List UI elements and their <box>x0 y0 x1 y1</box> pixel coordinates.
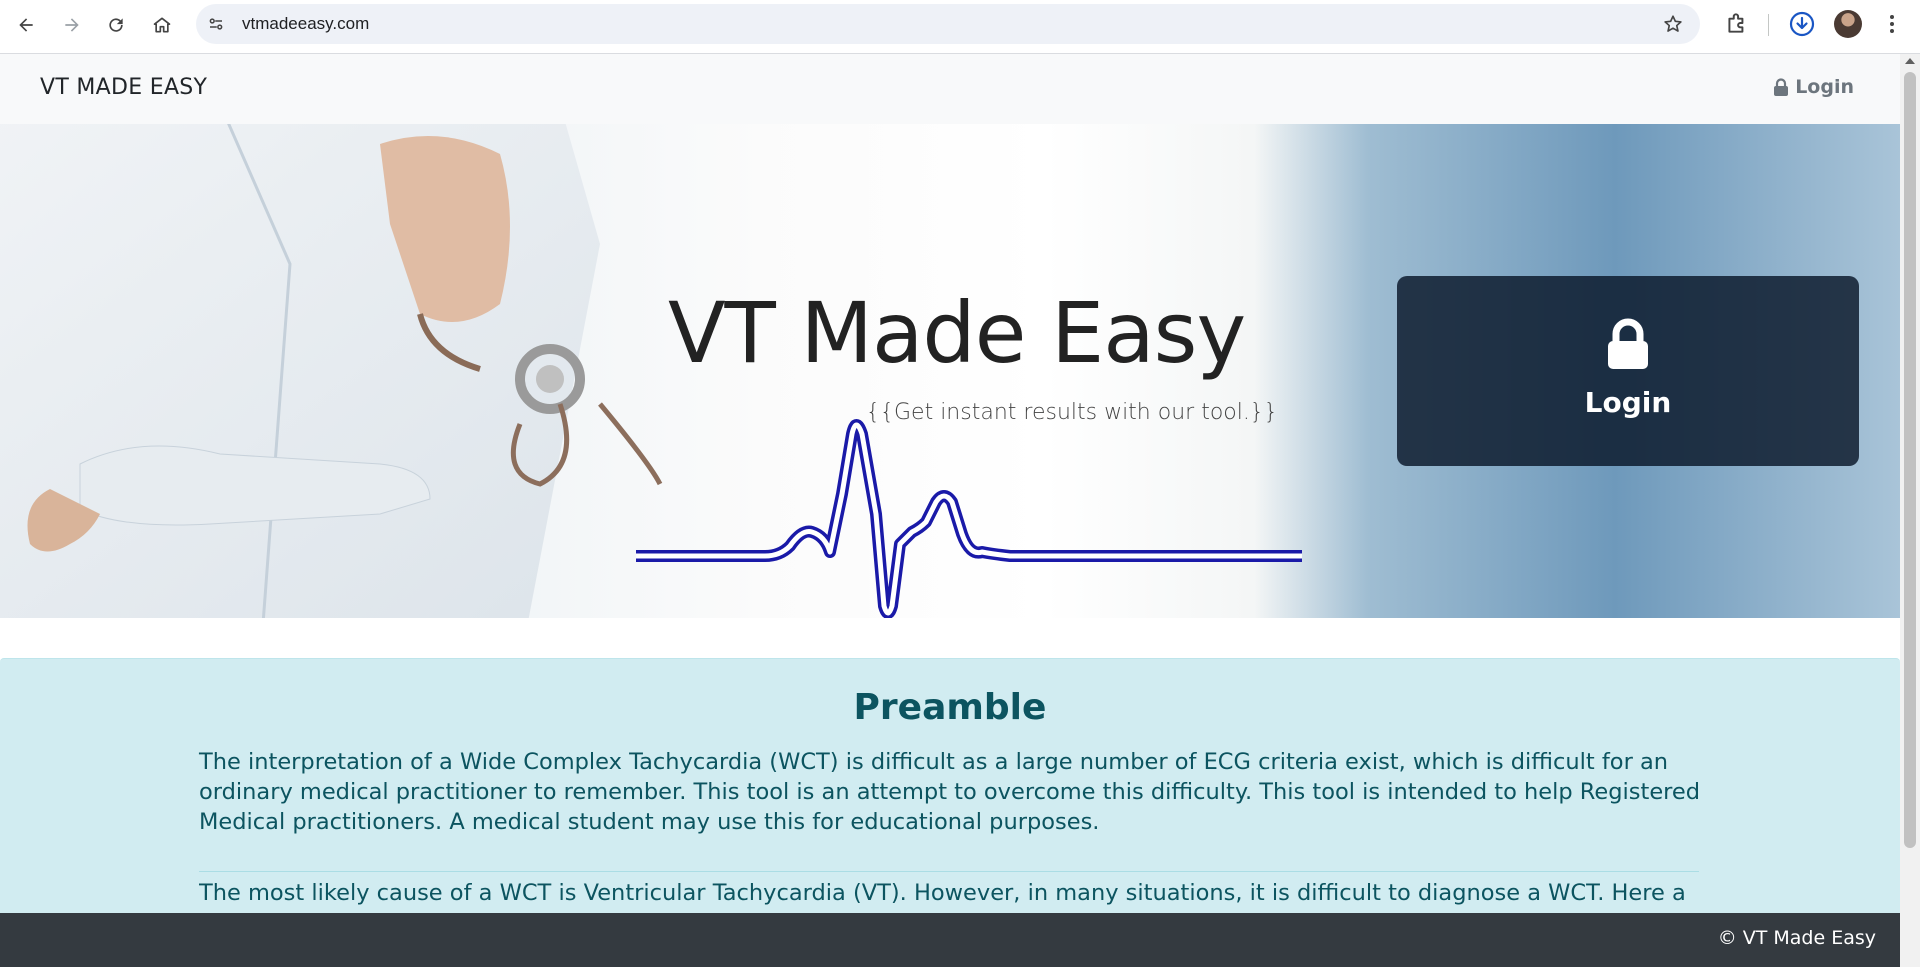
lock-icon <box>1608 318 1648 369</box>
preamble-paragraph-1: The interpretation of a Wide Complex Tac… <box>199 749 1701 835</box>
footer-copyright: © VT Made Easy <box>1717 927 1876 949</box>
site-navbar: VT MADE EASY Login <box>0 54 1900 124</box>
navbar-login-link[interactable]: Login <box>1773 76 1854 98</box>
preamble-title: Preamble <box>853 687 1047 728</box>
kebab-menu-icon[interactable] <box>1880 12 1904 36</box>
browser-toolbar: vtmadeeasy.com <box>0 0 1920 54</box>
navbar-login-label: Login <box>1795 76 1854 98</box>
web-page: VT MADE EASY Login VT Made Easy {{Get in… <box>0 54 1900 967</box>
scrollbar-thumb[interactable] <box>1904 72 1916 848</box>
profile-avatar[interactable] <box>1834 10 1862 38</box>
login-card-label: Login <box>1584 386 1672 419</box>
bookmark-star-icon[interactable] <box>1662 13 1684 35</box>
toolbar-divider <box>1768 14 1769 36</box>
extensions-icon[interactable] <box>1724 10 1750 36</box>
preamble-paragraph-2: The most likely cause of a WCT is Ventri… <box>199 880 1686 906</box>
login-card-button[interactable]: Login <box>1397 276 1859 466</box>
scroll-up-arrow-icon[interactable] <box>1905 58 1915 64</box>
back-arrow-icon[interactable] <box>10 9 42 41</box>
reload-icon[interactable] <box>100 9 132 41</box>
lock-icon <box>1774 78 1789 96</box>
preamble-divider <box>199 871 1699 872</box>
vertical-scrollbar[interactable] <box>1900 54 1920 967</box>
address-bar[interactable]: vtmadeeasy.com <box>196 4 1700 44</box>
hero-subtitle: {{Get instant results with our tool.}} <box>866 400 1278 425</box>
download-icon[interactable] <box>1788 10 1816 38</box>
forward-arrow-icon[interactable] <box>56 9 88 41</box>
ecg-waveform-graphic <box>636 419 1302 618</box>
hero-banner: VT Made Easy {{Get instant results with … <box>0 124 1900 618</box>
navbar-brand[interactable]: VT MADE EASY <box>40 75 207 100</box>
hero-title: VT Made Easy <box>668 284 1246 382</box>
doctor-background-image <box>0 124 663 618</box>
footer: © VT Made Easy <box>0 913 1900 967</box>
url-text[interactable]: vtmadeeasy.com <box>242 14 369 34</box>
home-icon[interactable] <box>146 9 178 41</box>
site-info-icon[interactable] <box>204 12 228 36</box>
